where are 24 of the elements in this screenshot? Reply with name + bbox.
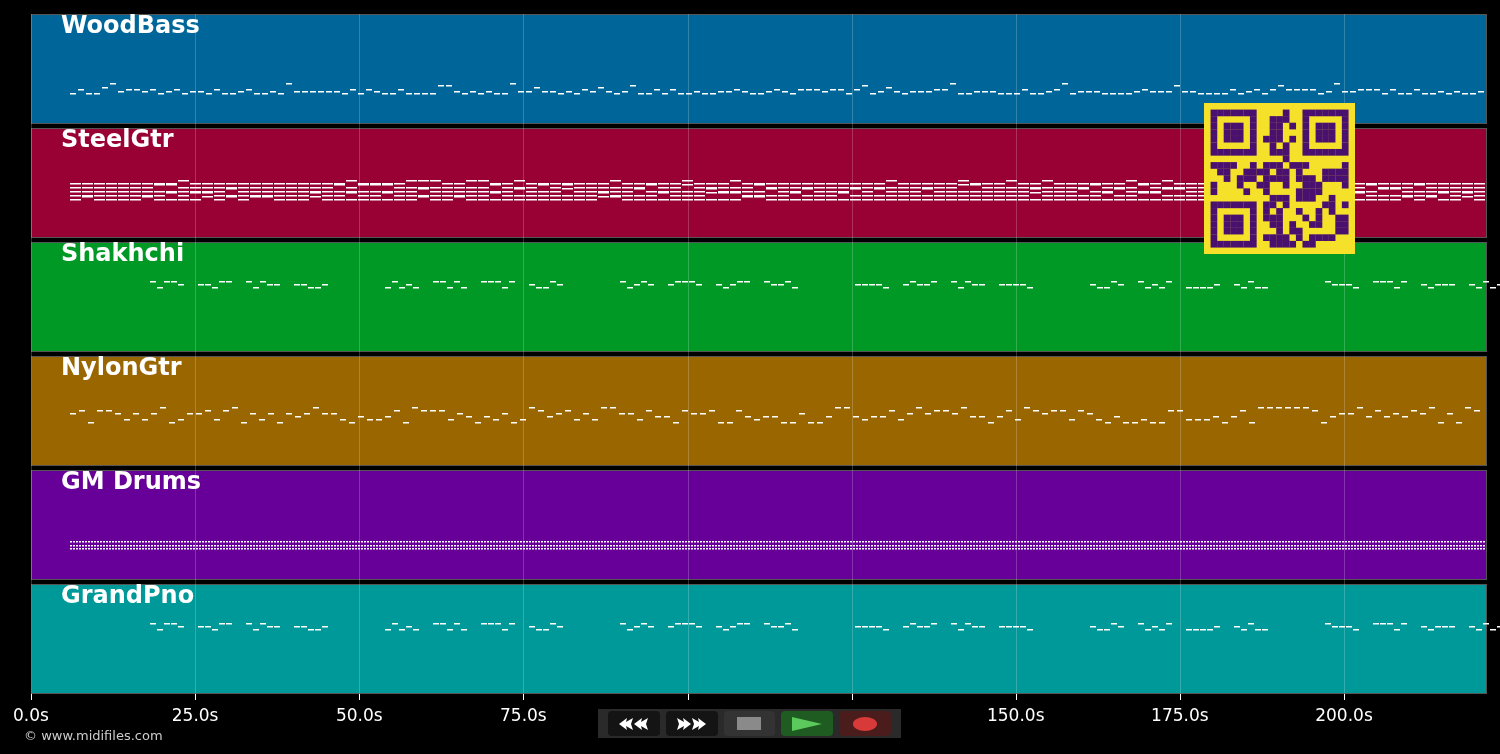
track-name: SteelGtr: [61, 124, 174, 155]
record-icon: [853, 716, 878, 731]
copyright-text: © www.midifiles.com: [24, 727, 163, 745]
rewind-icon: [618, 716, 649, 731]
time-tick-label: 175.0s: [1151, 704, 1209, 727]
rewind-button[interactable]: [608, 711, 660, 736]
fast-forward-icon: [676, 716, 707, 731]
time-tick-label: 150.0s: [987, 704, 1045, 727]
time-tick-label: 200.0s: [1315, 704, 1373, 727]
track-name: GrandPno: [61, 580, 195, 611]
time-tick-label: 0.0s: [13, 704, 49, 727]
play-icon: [792, 716, 823, 731]
time-tick-label: 50.0s: [335, 704, 383, 727]
stop-button[interactable]: [723, 711, 776, 736]
time-tick-label: 25.0s: [171, 704, 219, 727]
record-button[interactable]: [839, 711, 891, 736]
time-tick-label: 75.0s: [500, 704, 547, 727]
track-name: Shakhchi: [61, 238, 185, 269]
fast-forward-button[interactable]: [665, 711, 718, 736]
track-name: WoodBass: [61, 10, 200, 41]
track-name: GM Drums: [61, 466, 202, 497]
play-button[interactable]: [781, 711, 834, 736]
track-name: NylonGtr: [61, 352, 182, 383]
stop-icon: [737, 717, 762, 730]
